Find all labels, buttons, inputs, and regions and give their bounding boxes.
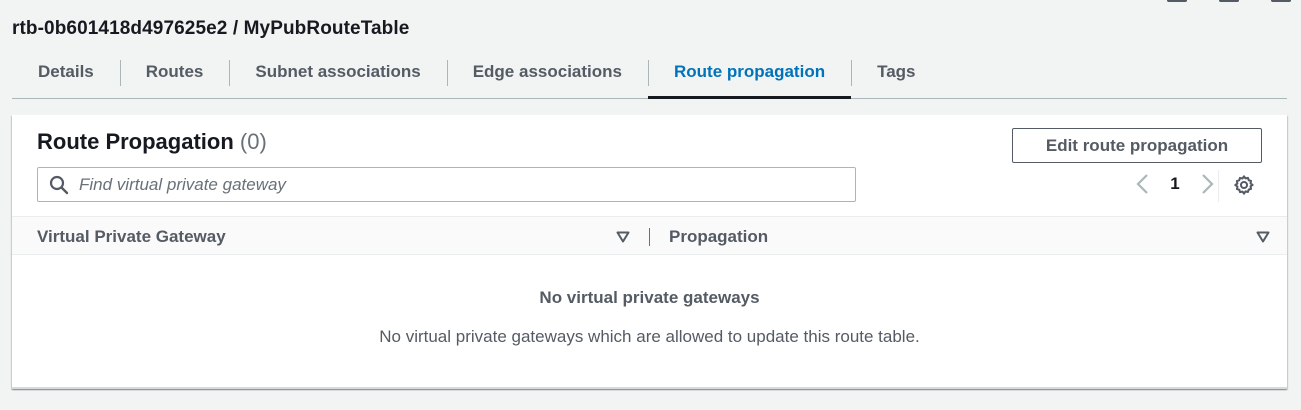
tab-routes[interactable]: Routes bbox=[119, 54, 230, 98]
pager-divider bbox=[1218, 170, 1219, 202]
column-header-virtual-private-gateway[interactable]: Virtual Private Gateway bbox=[37, 217, 226, 256]
current-page-number[interactable]: 1 bbox=[1167, 174, 1183, 194]
panel-title-text: Route Propagation bbox=[37, 129, 234, 154]
tab-label: Route propagation bbox=[673, 62, 826, 81]
tab-details[interactable]: Details bbox=[12, 54, 120, 98]
empty-state-description: No virtual private gateways which are al… bbox=[379, 327, 920, 346]
column-header-propagation[interactable]: Propagation bbox=[669, 217, 768, 256]
tab-label: Subnet associations bbox=[255, 62, 421, 81]
tab-label: Routes bbox=[145, 62, 204, 81]
toolbar-icon[interactable] bbox=[1271, 0, 1291, 2]
item-count: (0) bbox=[239, 129, 267, 154]
toolbar-icon[interactable] bbox=[1167, 0, 1187, 2]
route-propagation-panel: Route Propagation (0) Edit route propaga… bbox=[12, 115, 1287, 389]
panel-title: Route Propagation (0) bbox=[37, 129, 267, 155]
tab-edge-associations[interactable]: Edge associations bbox=[446, 54, 648, 98]
search-input[interactable] bbox=[79, 168, 855, 201]
tab-label: Details bbox=[38, 62, 94, 81]
top-toolbar-icons bbox=[1167, 0, 1291, 2]
search-icon bbox=[49, 175, 69, 195]
gear-icon[interactable] bbox=[1232, 173, 1256, 197]
search-field[interactable] bbox=[37, 167, 856, 202]
edit-route-propagation-button[interactable]: Edit route propagation bbox=[1012, 128, 1262, 163]
chevron-left-icon[interactable] bbox=[1131, 171, 1153, 197]
toolbar-icon[interactable] bbox=[1219, 0, 1239, 2]
tab-route-propagation[interactable]: Route propagation bbox=[647, 54, 852, 99]
pagination: 1 bbox=[1131, 171, 1219, 197]
sort-caret-down-icon[interactable] bbox=[615, 229, 631, 245]
table-header: Virtual Private Gateway Propagation bbox=[12, 216, 1287, 255]
tab-label: Tags bbox=[877, 62, 916, 81]
sort-caret-down-icon[interactable] bbox=[1255, 229, 1271, 245]
chevron-right-icon[interactable] bbox=[1197, 171, 1219, 197]
tab-subnet-associations[interactable]: Subnet associations bbox=[229, 54, 446, 98]
tab-bar: Details Routes Subnet associations Edge … bbox=[12, 54, 1287, 99]
column-resize-handle[interactable] bbox=[649, 228, 650, 246]
tab-tags[interactable]: Tags bbox=[851, 54, 941, 98]
tab-label: Edge associations bbox=[472, 62, 622, 81]
empty-state-title: No virtual private gateways bbox=[539, 288, 760, 307]
page-title: rtb-0b601418d497625e2 / MyPubRouteTable bbox=[12, 18, 410, 39]
